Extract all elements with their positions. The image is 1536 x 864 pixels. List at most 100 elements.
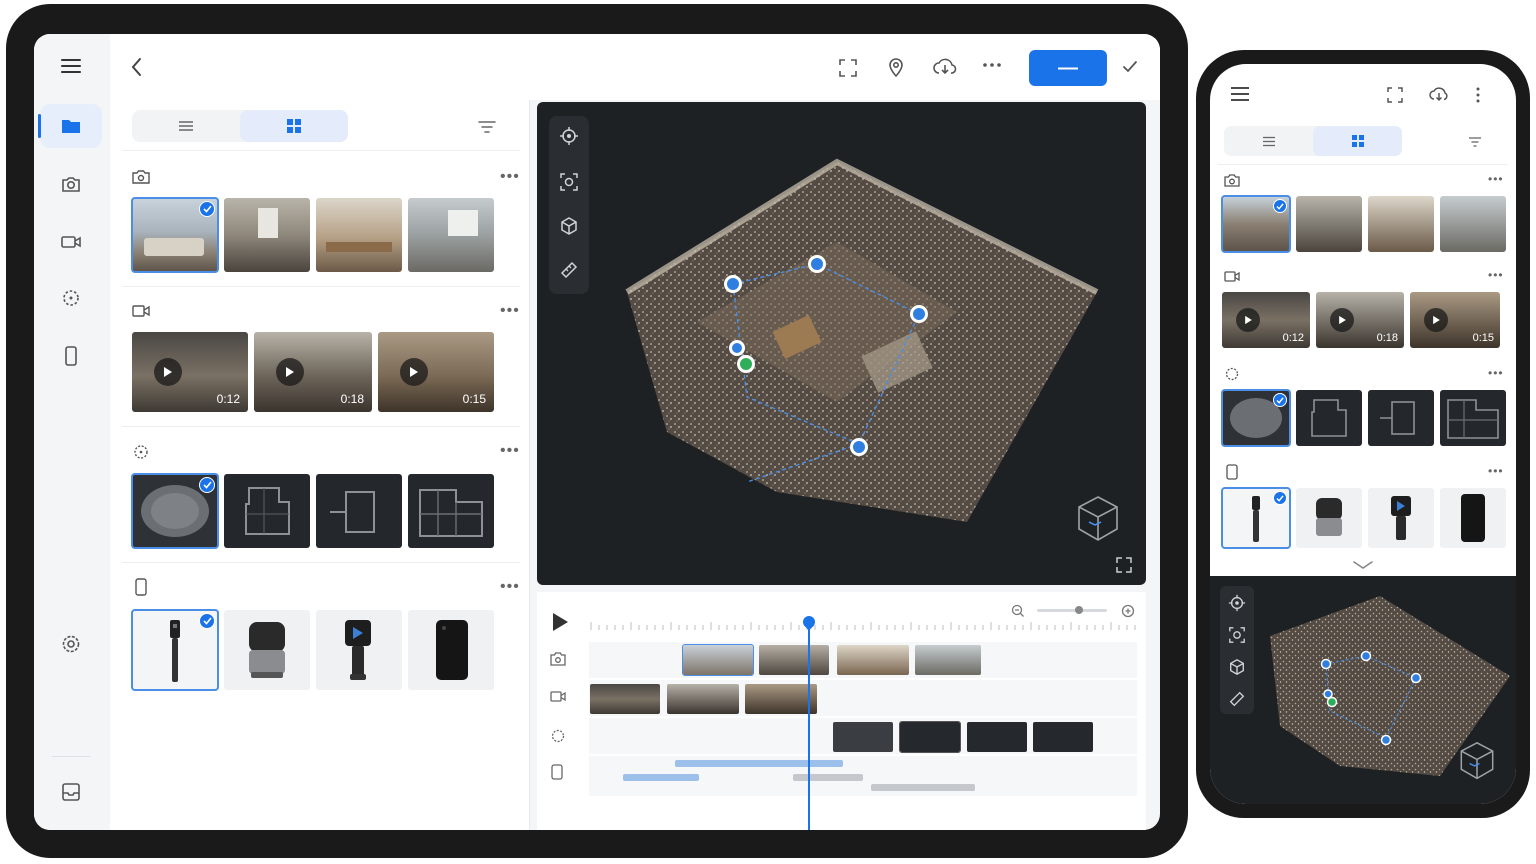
device-thumbnail[interactable] bbox=[408, 610, 494, 690]
cloud-download-icon[interactable] bbox=[1428, 84, 1450, 104]
device-track-bar[interactable] bbox=[871, 784, 975, 791]
location-marker[interactable] bbox=[724, 275, 742, 293]
timeline-photo-clip[interactable] bbox=[759, 645, 829, 675]
3d-viewer[interactable] bbox=[1210, 576, 1516, 804]
play-icon[interactable] bbox=[551, 612, 569, 632]
grid-view-icon[interactable] bbox=[1313, 126, 1402, 156]
section-more-icon[interactable]: ••• bbox=[500, 302, 520, 320]
timeline-video-clip[interactable] bbox=[667, 684, 739, 714]
photo-thumbnail[interactable] bbox=[1221, 195, 1291, 253]
video-icon[interactable] bbox=[40, 220, 102, 264]
section-more-icon[interactable]: ••• bbox=[500, 442, 520, 460]
video-thumbnail[interactable]: 0:12 bbox=[132, 332, 248, 412]
grid-view-icon[interactable] bbox=[240, 110, 348, 142]
fullscreen-icon[interactable] bbox=[1386, 86, 1404, 104]
timeline-photo-clip[interactable] bbox=[837, 645, 909, 675]
check-icon[interactable] bbox=[1121, 58, 1139, 76]
device-track-bar[interactable] bbox=[675, 760, 843, 767]
pointcloud-icon[interactable] bbox=[40, 276, 102, 320]
view-cube-icon[interactable] bbox=[1458, 740, 1496, 782]
cloud-download-icon[interactable] bbox=[932, 56, 958, 78]
ruler-icon[interactable] bbox=[1228, 690, 1246, 708]
photo-thumbnail[interactable] bbox=[1368, 196, 1434, 252]
zoom-out-icon[interactable] bbox=[1011, 604, 1025, 618]
filter-icon[interactable] bbox=[1468, 136, 1482, 148]
section-more-icon[interactable]: ••• bbox=[500, 578, 520, 596]
device-track-bar[interactable] bbox=[623, 774, 699, 781]
target-icon[interactable] bbox=[1228, 594, 1246, 612]
list-view-icon[interactable] bbox=[132, 110, 240, 142]
pointcloud-thumbnail[interactable] bbox=[1221, 389, 1291, 447]
section-more-icon[interactable]: ••• bbox=[500, 168, 520, 186]
primary-action-button[interactable]: — bbox=[1029, 50, 1107, 86]
chevron-left-icon[interactable] bbox=[130, 56, 144, 78]
list-view-icon[interactable] bbox=[1224, 126, 1313, 156]
photo-thumbnail[interactable] bbox=[1440, 196, 1506, 252]
device-thumbnail[interactable] bbox=[1440, 488, 1506, 548]
timeline-video-clip[interactable] bbox=[745, 684, 817, 714]
timeline-pointcloud-clip[interactable] bbox=[833, 722, 893, 752]
menu-icon[interactable] bbox=[1230, 86, 1250, 102]
timeline-video-clip[interactable] bbox=[590, 684, 660, 714]
location-marker[interactable] bbox=[808, 255, 826, 273]
photo-thumbnail[interactable] bbox=[131, 197, 219, 273]
photo-thumbnail[interactable] bbox=[1296, 196, 1362, 252]
device-thumbnail[interactable] bbox=[1368, 488, 1434, 548]
scan-icon[interactable] bbox=[559, 172, 579, 192]
device-thumbnail[interactable] bbox=[316, 610, 402, 690]
section-more-icon[interactable]: ••• bbox=[1488, 366, 1504, 380]
zoom-slider-handle[interactable] bbox=[1075, 606, 1083, 614]
video-thumbnail[interactable]: 0:18 bbox=[1316, 292, 1404, 348]
zoom-slider[interactable] bbox=[1037, 606, 1107, 614]
device-icon[interactable] bbox=[40, 334, 102, 378]
timeline-pointcloud-clip[interactable] bbox=[899, 721, 961, 753]
photo-thumbnail[interactable] bbox=[408, 198, 494, 272]
inbox-icon[interactable] bbox=[40, 770, 102, 814]
3d-viewer[interactable] bbox=[537, 102, 1146, 585]
timeline-pointcloud-clip[interactable] bbox=[1033, 722, 1093, 752]
location-pin-icon[interactable] bbox=[886, 56, 906, 78]
video-thumbnail[interactable]: 0:18 bbox=[254, 332, 372, 412]
ruler-icon[interactable] bbox=[559, 260, 579, 280]
pointcloud-thumbnail[interactable] bbox=[224, 474, 310, 548]
timeline-photo-clip[interactable] bbox=[915, 645, 981, 675]
pointcloud-thumbnail[interactable] bbox=[131, 473, 219, 549]
device-thumbnail[interactable] bbox=[1221, 487, 1291, 549]
timeline-photo-clip[interactable] bbox=[682, 644, 754, 676]
chevron-down-icon[interactable] bbox=[1352, 560, 1374, 570]
fullscreen-icon[interactable] bbox=[838, 58, 858, 78]
location-marker[interactable] bbox=[850, 438, 868, 456]
section-more-icon[interactable]: ••• bbox=[1488, 464, 1504, 478]
pointcloud-thumbnail[interactable] bbox=[408, 474, 494, 548]
folder-icon[interactable] bbox=[38, 104, 102, 148]
location-marker-active[interactable] bbox=[737, 355, 755, 373]
more-horizontal-icon[interactable] bbox=[982, 60, 1002, 70]
filter-icon[interactable] bbox=[478, 120, 496, 134]
zoom-in-icon[interactable] bbox=[1121, 604, 1135, 618]
settings-icon[interactable] bbox=[40, 622, 102, 666]
view-cube-icon[interactable] bbox=[1075, 494, 1121, 544]
pointcloud-thumbnail[interactable] bbox=[1296, 390, 1362, 446]
target-icon[interactable] bbox=[559, 126, 579, 146]
section-more-icon[interactable]: ••• bbox=[1488, 172, 1504, 186]
cube-icon[interactable] bbox=[1228, 658, 1246, 676]
cube-icon[interactable] bbox=[559, 216, 579, 236]
more-vertical-icon[interactable] bbox=[1474, 86, 1482, 104]
device-thumbnail[interactable] bbox=[131, 609, 219, 691]
video-thumbnail[interactable]: 0:12 bbox=[1222, 292, 1310, 348]
video-thumbnail[interactable]: 0:15 bbox=[378, 332, 494, 412]
pointcloud-thumbnail[interactable] bbox=[316, 474, 402, 548]
camera-icon[interactable] bbox=[40, 162, 102, 206]
video-thumbnail[interactable]: 0:15 bbox=[1410, 292, 1500, 348]
expand-icon[interactable] bbox=[1115, 556, 1133, 574]
timeline-pointcloud-clip[interactable] bbox=[967, 722, 1027, 752]
scan-icon[interactable] bbox=[1228, 626, 1246, 644]
menu-icon[interactable] bbox=[40, 44, 102, 88]
pointcloud-thumbnail[interactable] bbox=[1440, 390, 1506, 446]
pointcloud-thumbnail[interactable] bbox=[1368, 390, 1434, 446]
photo-thumbnail[interactable] bbox=[316, 198, 402, 272]
device-thumbnail[interactable] bbox=[1296, 488, 1362, 548]
device-track-bar[interactable] bbox=[793, 774, 863, 781]
device-thumbnail[interactable] bbox=[224, 610, 310, 690]
location-marker[interactable] bbox=[729, 340, 745, 356]
